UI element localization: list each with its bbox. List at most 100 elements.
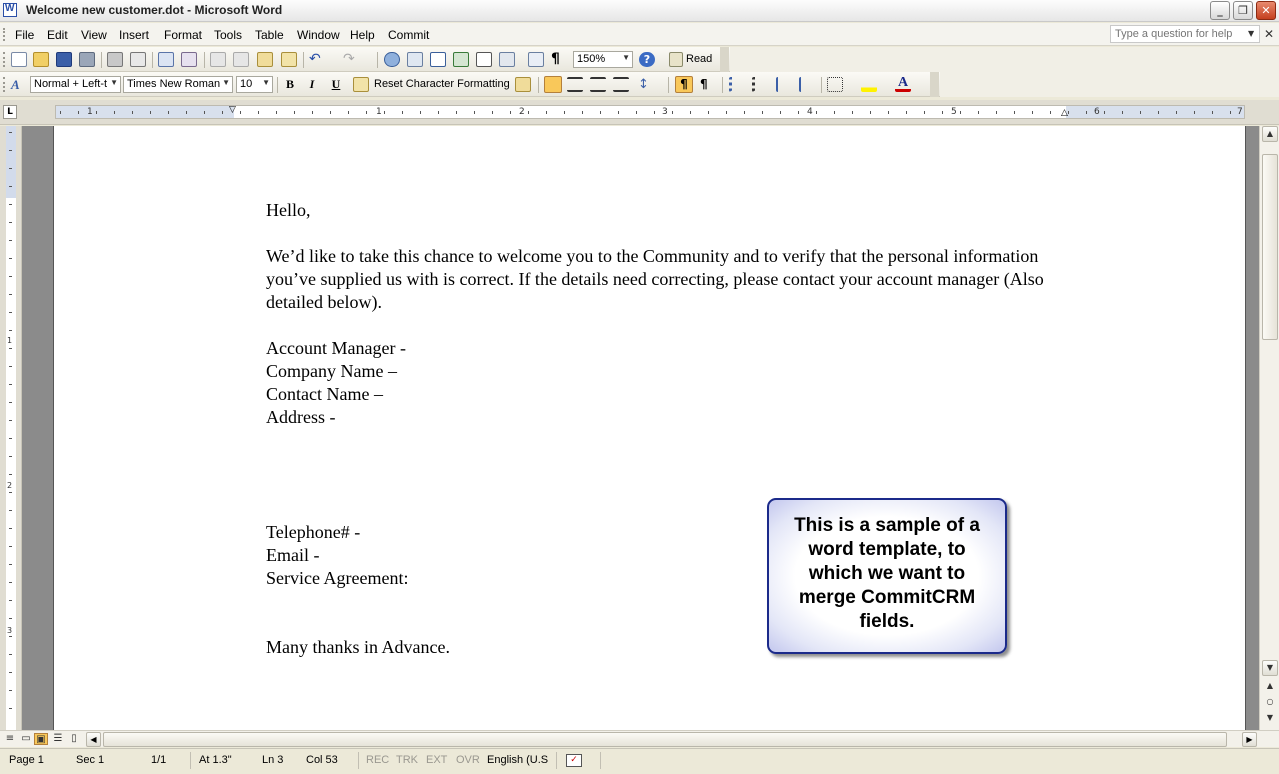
bullets-icon[interactable] [752,77,768,92]
menu-window[interactable]: Window [297,28,340,42]
research-icon[interactable] [181,52,197,67]
toolbar-options[interactable] [930,72,939,97]
new-document-icon[interactable] [11,52,27,67]
vertical-ruler[interactable]: 1 2 3 [0,126,22,730]
align-left-button[interactable] [544,76,562,93]
permission-icon[interactable] [79,52,95,67]
paste-icon[interactable] [257,52,273,67]
word-app-icon[interactable] [3,3,17,17]
cut-icon[interactable] [210,52,226,67]
italic-button[interactable]: I [303,76,321,93]
style-dropdown[interactable]: Normal + Left-t ▼ [30,76,121,93]
font-dropdown[interactable]: Times New Roman ▼ [123,76,233,93]
help-icon[interactable]: ? [639,52,655,67]
scroll-down-button[interactable]: ▼ [1262,660,1278,676]
menu-help[interactable]: Help [350,28,375,42]
outline-view-icon[interactable]: ☰ [51,733,65,745]
insert-excel-icon[interactable] [453,52,469,67]
chevron-down-icon[interactable]: ▼ [1248,29,1254,38]
status-ovr[interactable]: OVR [456,754,480,766]
print-layout-icon[interactable]: ▣ [34,733,48,745]
font-color-icon[interactable]: A [895,76,911,92]
copy-icon[interactable] [233,52,249,67]
spelling-status-icon[interactable]: ✓ [566,754,582,767]
increase-indent-icon[interactable] [799,77,815,92]
print-preview-icon[interactable] [130,52,146,67]
menu-format[interactable]: Format [164,28,202,42]
read-button-label[interactable]: Read [686,53,712,65]
document-page[interactable]: Hello, We’d like to take this chance to … [53,126,1246,730]
drawing-icon[interactable] [499,52,515,67]
insert-table-icon[interactable] [430,52,446,67]
menu-insert[interactable]: Insert [119,28,149,42]
close-button[interactable]: ✕ [1256,1,1276,20]
tab-selector-button[interactable]: L [3,105,17,119]
document-close-button[interactable]: ✕ [1264,27,1274,41]
normal-view-icon[interactable]: ≡ [3,733,17,745]
font-size-dropdown[interactable]: 10 ▼ [236,76,273,93]
format-painter-icon[interactable] [281,52,297,67]
status-language[interactable]: English (U.S [487,754,548,766]
status-trk[interactable]: TRK [396,754,418,766]
save-icon[interactable] [56,52,72,67]
styles-formatting-icon[interactable]: A [11,77,27,92]
justify-button[interactable] [613,77,629,92]
edit-style-icon[interactable] [515,77,531,92]
menu-view[interactable]: View [81,28,107,42]
document-map-icon[interactable] [528,52,544,67]
align-right-button[interactable] [590,77,606,92]
menu-tools[interactable]: Tools [214,28,242,42]
toolbar-grip[interactable] [3,77,6,92]
scroll-thumb[interactable] [1262,154,1278,340]
show-formatting-icon[interactable]: ¶ [551,52,567,67]
reading-layout-icon[interactable]: ▯ [67,733,81,745]
zoom-dropdown[interactable]: 150% ▼ [573,51,633,68]
borders-icon[interactable] [827,77,843,92]
scroll-left-button[interactable]: ◀ [86,732,101,747]
underline-button[interactable]: U [327,76,345,93]
status-rec[interactable]: REC [366,754,389,766]
print-icon[interactable] [107,52,123,67]
spelling-icon[interactable] [158,52,174,67]
indent-marker-icon[interactable]: ▽ [229,106,236,115]
tables-borders-icon[interactable] [407,52,423,67]
scroll-right-button[interactable]: ▶ [1242,732,1257,747]
minimize-button[interactable]: _ [1210,1,1230,20]
vertical-scrollbar[interactable]: ▲ ▼ ▲ ○ ▼ [1259,126,1279,730]
read-icon[interactable] [669,52,683,67]
previous-page-icon[interactable]: ▲ [1262,679,1278,695]
right-indent-marker-icon[interactable]: △ [1061,109,1068,118]
line-spacing-icon[interactable]: ↕ [638,77,654,92]
undo-icon[interactable]: ↶ [309,52,325,67]
redo-icon[interactable]: ↷ [343,52,359,67]
next-page-icon[interactable]: ▼ [1262,711,1278,727]
decrease-indent-icon[interactable] [776,77,792,92]
bold-button[interactable]: B [281,76,299,93]
toolbar-options[interactable] [720,47,729,72]
align-center-button[interactable] [567,77,583,92]
menu-commit[interactable]: Commit [388,28,429,42]
menu-grip[interactable] [3,28,6,41]
numbering-icon[interactable] [729,77,745,92]
menu-table[interactable]: Table [255,28,284,42]
toolbar-grip[interactable] [3,52,6,67]
web-layout-icon[interactable]: ▭ [19,733,33,745]
ltr-text-button[interactable]: ¶ [675,76,693,93]
help-search-input[interactable] [1110,25,1260,43]
reset-formatting-button[interactable]: Reset Character Formatting [374,78,510,90]
scroll-up-button[interactable]: ▲ [1262,126,1278,142]
horizontal-ruler[interactable]: 1 1 2 3 4 5 6 7 ▽ △ [55,105,1245,119]
ruler-tick [852,111,853,114]
reset-formatting-icon[interactable] [353,77,369,92]
highlight-icon[interactable] [861,77,877,92]
open-folder-icon[interactable] [33,52,49,67]
rtl-text-button[interactable]: ¶ [700,77,716,92]
menu-edit[interactable]: Edit [47,28,68,42]
select-browse-object-icon[interactable]: ○ [1262,695,1278,711]
horizontal-scroll-thumb[interactable] [103,732,1227,747]
hyperlink-icon[interactable] [384,52,400,67]
restore-button[interactable]: ❐ [1233,1,1253,20]
menu-file[interactable]: File [15,28,34,42]
status-ext[interactable]: EXT [426,754,447,766]
columns-icon[interactable] [476,52,492,67]
